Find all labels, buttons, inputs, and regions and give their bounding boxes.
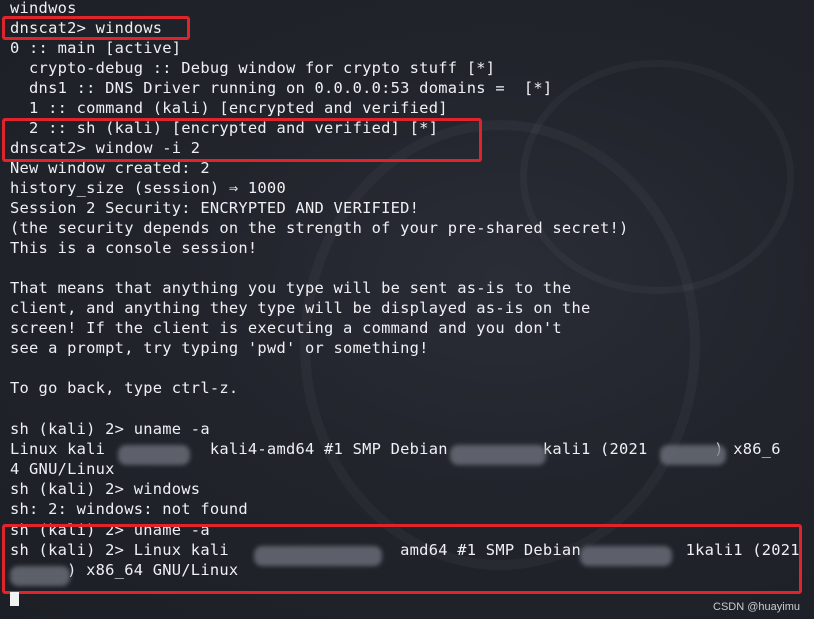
redaction-blur (10, 566, 70, 586)
terminal-line: crypto-debug :: Debug window for crypto … (10, 59, 496, 77)
terminal-line: dnscat2> windows (10, 19, 163, 37)
terminal-line: windwos (10, 0, 77, 17)
terminal-window[interactable]: windwos dnscat2> windows 0 :: main [acti… (0, 0, 814, 619)
terminal-line: sh (kali) 2> Linux kali amd64 #1 SMP Deb… (10, 541, 800, 559)
terminal-line: sh (kali) 2> uname -a (10, 521, 210, 539)
terminal-line: screen! If the client is executing a com… (10, 319, 562, 337)
terminal-line: history_size (session) ⇒ 1000 (10, 179, 286, 197)
redaction-blur (450, 445, 546, 465)
terminal-line: dns1 :: DNS Driver running on 0.0.0.0:53… (10, 79, 553, 97)
terminal-line: (the security depends on the strength of… (10, 219, 629, 237)
terminal-cursor[interactable] (10, 592, 19, 606)
terminal-line: 1 :: command (kali) [encrypted and verif… (10, 99, 448, 117)
terminal-line: client, and anything they type will be d… (10, 299, 591, 317)
terminal-line: dnscat2> window -i 2 (10, 139, 201, 157)
redaction-blur (660, 445, 726, 465)
redaction-blur (580, 546, 672, 566)
terminal-line: sh (kali) 2> windows (10, 480, 201, 498)
terminal-line: 4 GNU/Linux (10, 460, 115, 478)
terminal-line: sh: 2: windows: not found (10, 500, 248, 518)
terminal-line: Session 2 Security: ENCRYPTED AND VERIFI… (10, 199, 420, 217)
terminal-line: see a prompt, try typing 'pwd' or someth… (10, 339, 429, 357)
terminal-line: sh (kali) 2> uname -a (10, 420, 210, 438)
terminal-line: 0 :: main [active] (10, 39, 182, 57)
csdn-watermark: CSDN @huayimu (713, 601, 800, 613)
terminal-line: That means that anything you type will b… (10, 279, 572, 297)
terminal-line: 2 :: sh (kali) [encrypted and verified] … (10, 119, 439, 137)
redaction-blur (254, 546, 382, 566)
terminal-line: New window created: 2 (10, 159, 210, 177)
terminal-line: To go back, type ctrl-z. (10, 379, 239, 397)
terminal-line: This is a console session! (10, 239, 258, 257)
redaction-blur (118, 445, 190, 465)
kali-dragon-watermark-tail (520, 60, 794, 294)
